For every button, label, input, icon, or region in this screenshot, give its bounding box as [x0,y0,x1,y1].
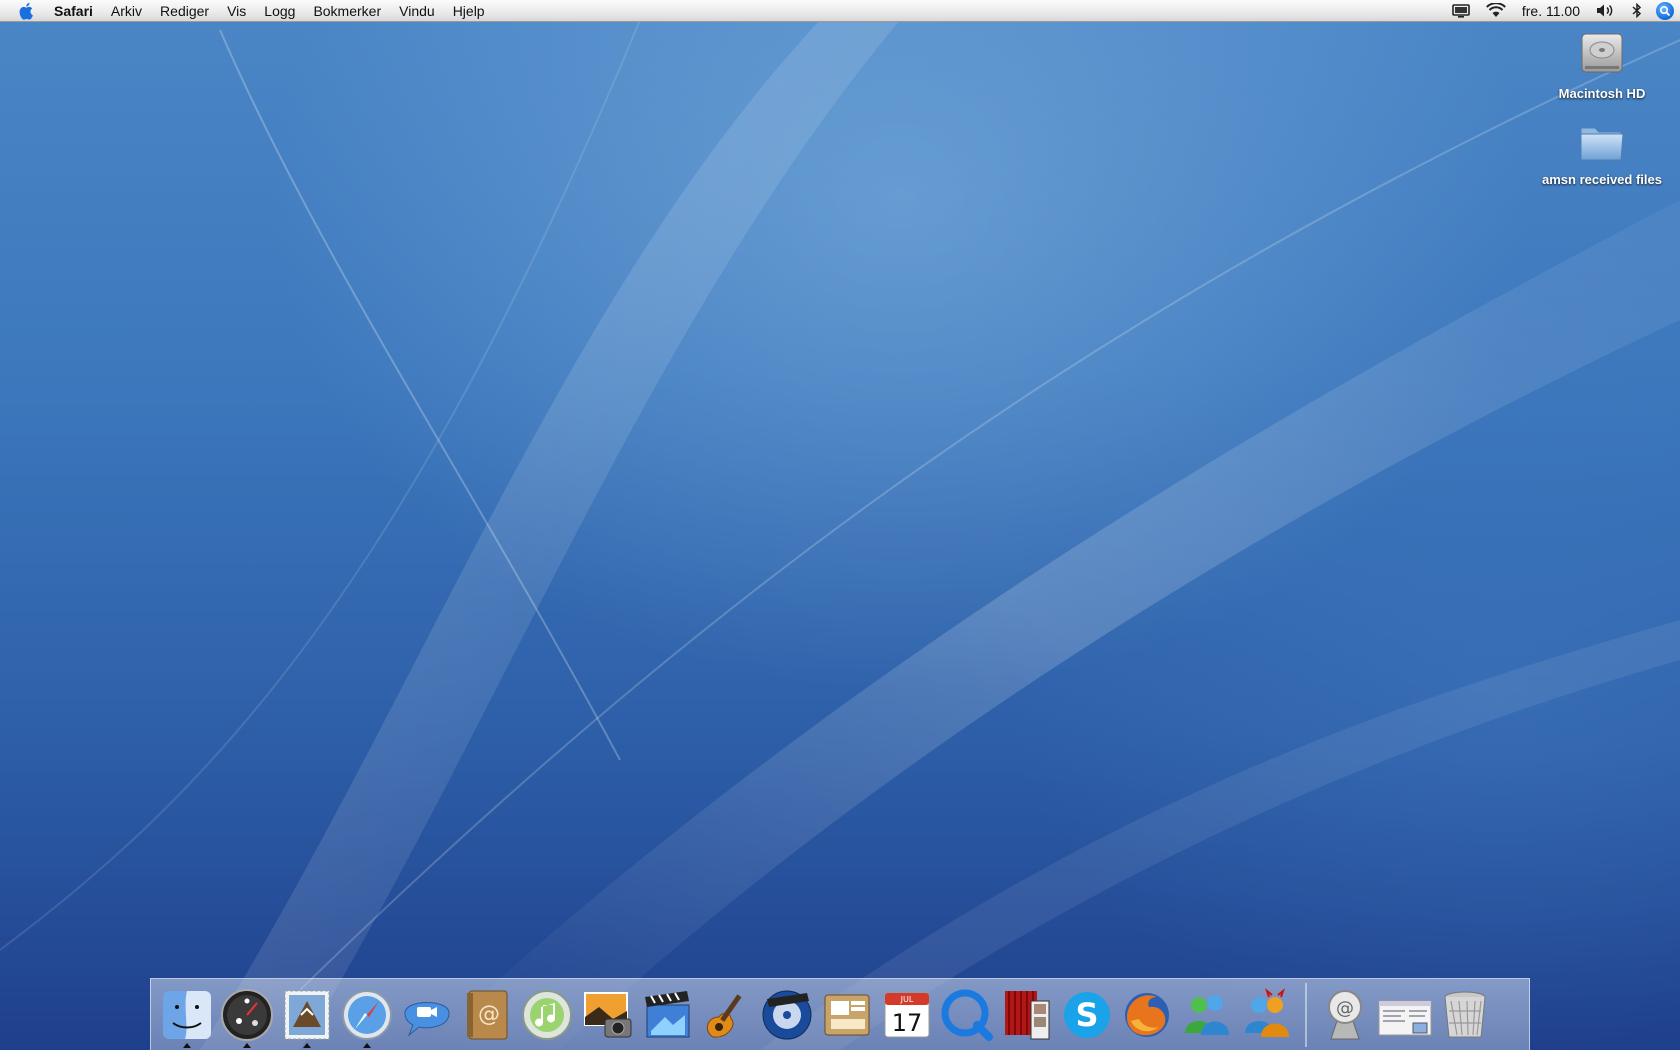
running-indicator [183,1042,191,1048]
dock-mail[interactable] [277,984,337,1048]
apple-logo-icon [19,2,33,20]
hard-drive-icon [1581,33,1623,73]
dock-email-stack[interactable]: @ [1315,984,1375,1046]
wifi-icon[interactable] [1478,0,1514,22]
running-indicator [243,1042,251,1048]
imovie-icon [645,990,690,1037]
desktop-icon-amsn-received-files[interactable]: amsn received files [1537,118,1667,187]
idvd-icon [762,990,812,1039]
ical-month: JUL [900,995,914,1004]
amsn-icon [1245,987,1289,1037]
running-indicator [303,1042,311,1048]
menu-vis[interactable]: Vis [218,0,255,22]
ical-icon: JUL 17 [884,992,930,1037]
trash-icon [1444,991,1486,1037]
folder-icon [1580,127,1624,161]
bluetooth-icon[interactable] [1624,0,1650,22]
ichat-icon [404,1001,450,1037]
dock-dashboard[interactable] [217,984,277,1048]
ical-day: 17 [892,1009,923,1037]
svg-text:S: S [1075,996,1098,1034]
document-stack-icon [1378,1000,1432,1035]
dock-finder[interactable] [157,984,217,1048]
photo-booth-icon [1005,990,1050,1039]
iweb-icon [824,994,870,1035]
dock-trash[interactable] [1435,984,1495,1046]
garageband-icon [706,993,742,1038]
dock-document-stack[interactable] [1375,984,1435,1046]
desktop-icon-label: Macintosh HD [1558,86,1646,101]
dock-amsn[interactable] [1237,984,1297,1046]
menu-bar: Safari Arkiv Rediger Vis Logg Bokmerker … [0,0,1680,22]
address-book-icon: @ [467,990,508,1039]
dock-photo-booth[interactable] [997,984,1057,1046]
menu-logg[interactable]: Logg [255,0,304,22]
itunes-icon [522,989,572,1040]
menu-app-safari[interactable]: Safari [54,0,102,22]
wallpaper-swooshes [0,19,1680,1050]
dock-iweb[interactable] [817,984,877,1046]
dock-address-book[interactable]: @ [457,984,517,1046]
dock-iphoto[interactable] [577,984,637,1046]
display-icon[interactable] [1444,0,1478,22]
svg-text:@: @ [478,1002,500,1027]
dock-ichat[interactable] [397,984,457,1046]
desktop-wallpaper [0,0,1680,1050]
dock-safari[interactable] [337,984,397,1048]
menu-vindu[interactable]: Vindu [390,0,444,22]
desktop-icon-label: amsn received files [1542,172,1662,187]
iphoto-icon [584,991,632,1037]
menu-bokmerker[interactable]: Bokmerker [304,0,390,22]
finder-icon [163,990,211,1039]
safari-icon [342,989,392,1040]
menu-clock[interactable]: fre. 11.00 [1514,3,1588,19]
desktop-icon-macintosh-hd[interactable]: Macintosh HD [1537,28,1667,101]
apple-menu[interactable] [0,0,54,22]
dock-quicktime[interactable] [937,984,997,1046]
dock-imovie[interactable] [637,984,697,1046]
menu-rediger[interactable]: Rediger [151,0,218,22]
menu-arkiv[interactable]: Arkiv [102,0,151,22]
dock-itunes[interactable] [517,984,577,1046]
email-stack-icon: @ [1328,989,1362,1039]
svg-text:@: @ [1336,998,1354,1019]
dock-skype[interactable]: S [1057,984,1117,1046]
dock-msn-messenger[interactable] [1177,984,1237,1046]
spotlight-icon[interactable] [1650,0,1680,22]
menu-hjelp[interactable]: Hjelp [444,0,494,22]
running-indicator [363,1042,371,1048]
quicktime-icon [941,989,993,1041]
mail-icon [284,990,330,1039]
dock-garageband[interactable] [697,984,757,1046]
dock-separator [1305,982,1307,1047]
skype-icon: S [1064,991,1110,1038]
dock: @ JUL 17 S @ [150,978,1530,1050]
dock-idvd[interactable] [757,984,817,1046]
dock-ical[interactable]: JUL 17 [877,984,937,1046]
msn-messenger-icon [1185,994,1229,1035]
dock-firefox[interactable] [1117,984,1177,1046]
firefox-icon [1125,992,1169,1037]
dashboard-icon [221,988,273,1041]
volume-icon[interactable] [1588,0,1624,22]
menu-extras: fre. 11.00 [1444,0,1680,22]
